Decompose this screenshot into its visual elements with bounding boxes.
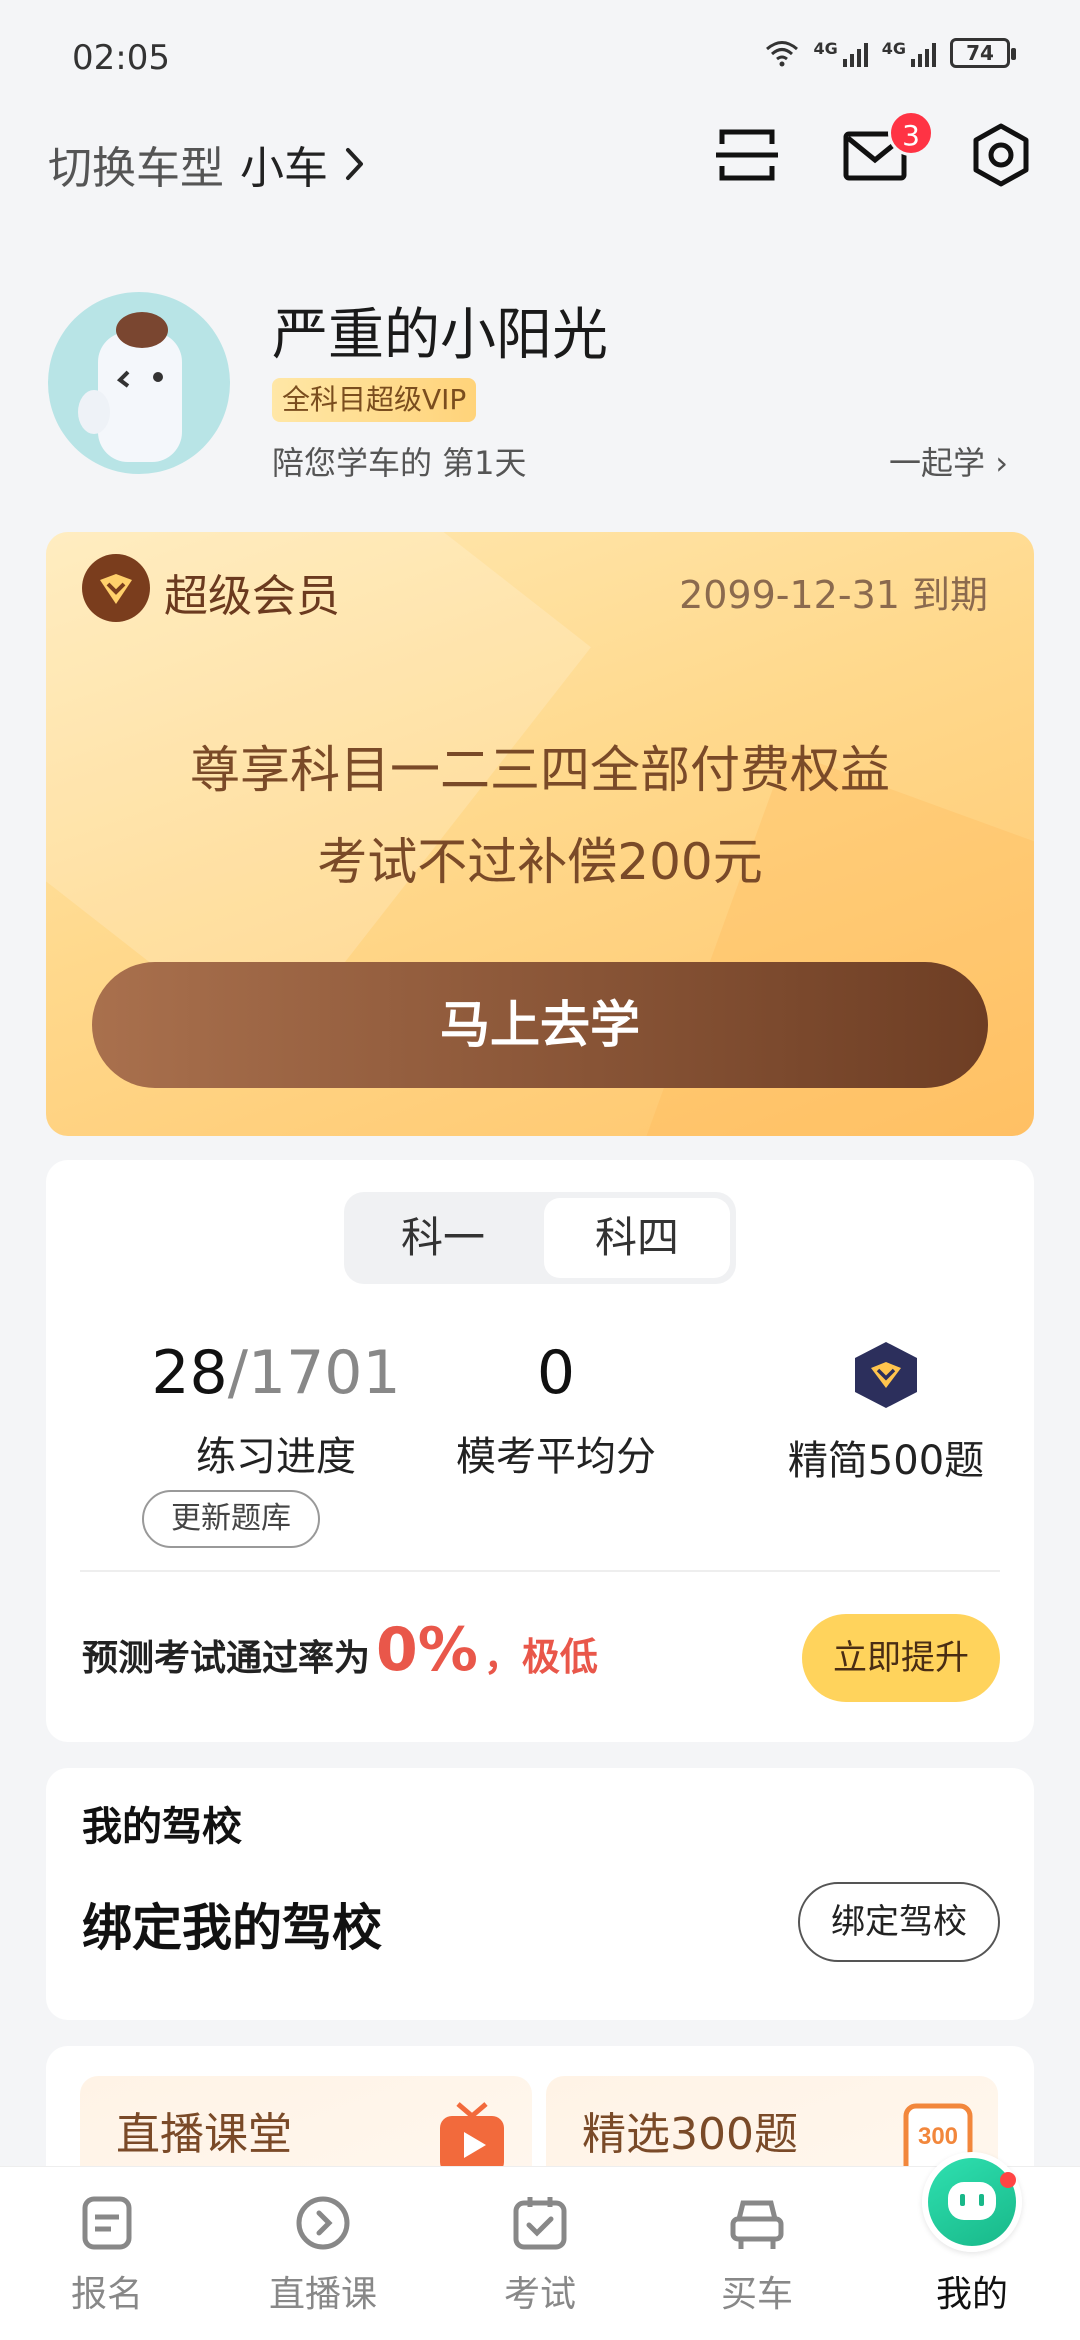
featured-500[interactable]: 精简500题 bbox=[736, 1338, 1036, 1486]
play-circle-icon bbox=[296, 2196, 350, 2250]
learn-together-link[interactable]: 一起学 › bbox=[889, 438, 1008, 484]
nav-label: 我的 bbox=[935, 2274, 1008, 2315]
vip-tag: 全科目超级VIP bbox=[272, 378, 477, 422]
status-time: 02:05 bbox=[72, 38, 170, 78]
unread-badge: 3 bbox=[888, 110, 934, 156]
vip-compensation-line: 考试不过补偿200元 bbox=[317, 833, 763, 891]
tab-subject-1[interactable]: 科一 bbox=[350, 1198, 536, 1278]
divider bbox=[80, 1570, 1000, 1572]
top-header: 切换车型 小车 3 bbox=[0, 110, 1080, 200]
nav-buy-car[interactable]: 买车 bbox=[682, 2193, 832, 2317]
scan-icon[interactable] bbox=[712, 120, 782, 190]
calendar-check-icon bbox=[513, 2197, 567, 2250]
diamond-book-icon bbox=[855, 1342, 917, 1408]
tab-subject-4[interactable]: 科四 bbox=[544, 1198, 730, 1278]
chevron-right-icon: › bbox=[995, 444, 1008, 482]
nav-signup[interactable]: 报名 bbox=[32, 2193, 182, 2317]
car-switch-label: 切换车型 bbox=[48, 143, 224, 194]
nav-label: 买车 bbox=[720, 2274, 793, 2315]
progress-label: 练习进度 bbox=[196, 1434, 356, 1480]
status-icons: 4G 4G 74 bbox=[765, 38, 1016, 68]
wifi-icon bbox=[766, 41, 799, 67]
update-question-bank-button[interactable]: 更新题库 bbox=[142, 1490, 320, 1548]
car-type-value: 小车 bbox=[240, 143, 328, 194]
learn-link-label: 一起学 bbox=[889, 444, 986, 482]
avg-score-label: 模考平均分 bbox=[456, 1434, 656, 1480]
vip-title: 超级会员 bbox=[164, 571, 340, 622]
feature-title: 直播课堂 bbox=[116, 2109, 292, 2160]
avg-score: 0 bbox=[536, 1338, 576, 1408]
nav-label: 直播课 bbox=[268, 2274, 377, 2315]
bottom-nav: 报名 直播课 考试 买车 我的 bbox=[0, 2166, 1080, 2340]
battery-icon: 74 bbox=[950, 38, 1016, 68]
username: 严重的小阳光 bbox=[272, 303, 608, 368]
progress-count: 28/1701 bbox=[126, 1338, 426, 1408]
progress-done: 28 bbox=[151, 1338, 228, 1408]
pass-rate-prediction: 预测考试通过率为 0% ，极低 bbox=[82, 1615, 598, 1685]
nav-exam[interactable]: 考试 bbox=[465, 2193, 615, 2317]
vip-expire-date: 2099-12-31 到期 bbox=[679, 573, 988, 617]
cellular-signal-2-icon: 4G bbox=[882, 39, 936, 67]
vip-card: 超级会员 2099-12-31 到期 尊享科目一二三四全部付费权益 考试不过补偿… bbox=[46, 532, 1034, 1136]
avatar-character-icon bbox=[78, 312, 182, 462]
companion-days: 陪您学车的 第1天 bbox=[272, 444, 527, 482]
subject-switch: 科一 科四 bbox=[344, 1192, 736, 1284]
svg-text:300: 300 bbox=[918, 2123, 958, 2150]
nav-live[interactable]: 直播课 bbox=[248, 2193, 398, 2317]
document-icon bbox=[82, 2196, 132, 2250]
predict-level: ，极低 bbox=[483, 1635, 598, 1679]
feature-title: 精选300题 bbox=[582, 2109, 798, 2160]
avatar[interactable] bbox=[48, 292, 230, 474]
predict-prefix: 预测考试通过率为 bbox=[82, 1638, 371, 1679]
practice-progress[interactable]: 28/1701 练习进度 bbox=[126, 1338, 426, 1482]
mock-average[interactable]: 0 模考平均分 bbox=[406, 1338, 706, 1482]
progress-total: /1701 bbox=[227, 1338, 401, 1408]
featured-label: 精简500题 bbox=[787, 1438, 985, 1484]
boost-button[interactable]: 立即提升 bbox=[802, 1614, 1000, 1702]
car-type-switch[interactable]: 切换车型 小车 bbox=[48, 132, 366, 196]
bind-school-button[interactable]: 绑定驾校 bbox=[798, 1882, 1000, 1962]
bind-school-title: 绑定我的驾校 bbox=[82, 1899, 382, 1957]
status-bar: 02:05 4G 4G 74 bbox=[0, 0, 1080, 120]
predict-percent: 0% bbox=[376, 1615, 478, 1685]
vip-benefit-line: 尊享科目一二三四全部付费权益 bbox=[190, 741, 890, 799]
nav-label: 考试 bbox=[503, 2274, 576, 2315]
car-icon bbox=[730, 2200, 784, 2249]
nav-label: 报名 bbox=[70, 2274, 143, 2315]
cellular-signal-1-icon: 4G bbox=[813, 39, 868, 67]
driving-school-card: 我的驾校 绑定我的驾校 绑定驾校 bbox=[46, 1768, 1034, 2020]
settings-icon[interactable] bbox=[966, 120, 1036, 190]
notification-dot bbox=[1000, 2172, 1016, 2188]
mine-avatar-icon[interactable] bbox=[922, 2152, 1022, 2252]
start-study-button[interactable]: 马上去学 bbox=[92, 962, 988, 1088]
vip-emblem-icon bbox=[82, 554, 150, 622]
chevron-right-icon bbox=[346, 148, 363, 180]
school-section-title: 我的驾校 bbox=[82, 1804, 242, 1850]
progress-card: 科一 科四 28/1701 练习进度 更新题库 0 模考平均分 精简500题 预… bbox=[46, 1160, 1034, 1742]
